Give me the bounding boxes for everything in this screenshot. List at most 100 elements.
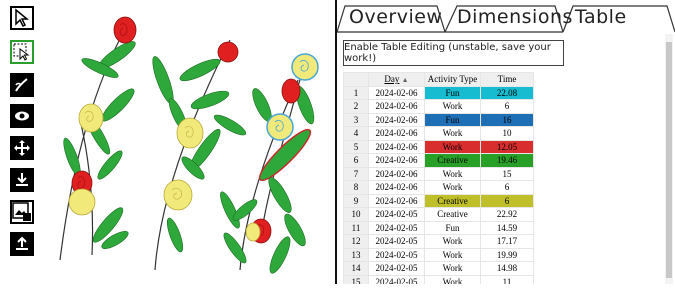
day-cell[interactable]: 2024-02-06 [368, 99, 425, 114]
activity-type-cell[interactable]: Work [424, 247, 481, 262]
activity-type-cell[interactable]: Work [424, 139, 481, 154]
activity-type-cell[interactable]: Work [424, 234, 481, 249]
activity-type-cell[interactable]: Work [424, 166, 481, 181]
table-scrollbar[interactable] [665, 34, 673, 284]
table-row[interactable]: 14 2024-02-05 Work 14.98 [343, 261, 534, 276]
day-cell[interactable]: 2024-02-05 [368, 247, 425, 262]
drawing-canvas[interactable] [48, 0, 335, 284]
day-cell[interactable]: 2024-02-06 [368, 153, 425, 168]
upload-tool-button[interactable] [10, 232, 34, 256]
row-index-cell: 13 [343, 247, 369, 262]
table-row[interactable]: 3 2024-02-06 Fun 16 [343, 112, 534, 127]
time-cell[interactable]: 10 [480, 126, 534, 141]
row-index-cell: 11 [343, 220, 369, 235]
day-cell[interactable]: 2024-02-06 [368, 112, 425, 127]
time-cell[interactable]: 12.05 [480, 139, 534, 154]
time-cell[interactable]: 14.59 [480, 220, 534, 235]
column-header-activity-type[interactable]: Activity Type [424, 72, 481, 87]
table-row[interactable]: 13 2024-02-05 Work 19.99 [343, 247, 534, 262]
data-panel: Overview Dimensions Table Enable Table E… [337, 0, 675, 284]
day-cell[interactable]: 2024-02-05 [368, 220, 425, 235]
day-cell[interactable]: 2024-02-06 [368, 139, 425, 154]
view-tool-button[interactable] [10, 104, 34, 128]
time-cell[interactable]: 6 [480, 193, 534, 208]
activity-type-cell[interactable]: Work [424, 99, 481, 114]
table-row[interactable]: 10 2024-02-05 Creative 22.92 [343, 207, 534, 222]
activity-type-cell[interactable]: Work [424, 274, 481, 284]
table-row[interactable]: 12 2024-02-05 Work 17.17 [343, 234, 534, 249]
sort-asc-icon[interactable]: ▲ [402, 76, 409, 84]
table-row[interactable]: 5 2024-02-06 Work 12.05 [343, 139, 534, 154]
time-cell[interactable]: 14.98 [480, 261, 534, 276]
row-index-cell: 10 [343, 207, 369, 222]
day-cell[interactable]: 2024-02-05 [368, 234, 425, 249]
download-icon [12, 170, 32, 190]
activity-type-cell[interactable]: Creative [424, 193, 481, 208]
image-icon [12, 202, 31, 221]
select-tool-button[interactable] [10, 6, 34, 30]
time-cell[interactable]: 16 [480, 112, 534, 127]
row-index-cell: 7 [343, 166, 369, 181]
tab-overview[interactable]: Overview [349, 6, 442, 28]
time-cell[interactable]: 19.46 [480, 153, 534, 168]
table-row[interactable]: 1 2024-02-06 Fun 22.08 [343, 85, 534, 100]
table-row[interactable]: 7 2024-02-06 Work 15 [343, 166, 534, 181]
download-tool-button[interactable] [10, 168, 34, 192]
column-header-time[interactable]: Time [480, 72, 534, 87]
tab-dimensions[interactable]: Dimensions [457, 6, 573, 28]
time-cell[interactable]: 22.08 [480, 85, 534, 100]
time-cell[interactable]: 6 [480, 99, 534, 114]
row-index-cell: 12 [343, 234, 369, 249]
enable-table-editing-button[interactable]: Enable Table Editing (unstable, save you… [343, 40, 564, 66]
activity-type-cell[interactable]: Fun [424, 112, 481, 127]
day-cell[interactable]: 2024-02-06 [368, 85, 425, 100]
day-cell[interactable]: 2024-02-06 [368, 166, 425, 181]
table-row[interactable]: 8 2024-02-06 Work 6 [343, 180, 534, 195]
tab-bar: Overview Dimensions Table [337, 0, 675, 34]
table-row[interactable]: 6 2024-02-06 Creative 19.46 [343, 153, 534, 168]
time-cell[interactable]: 17.17 [480, 234, 534, 249]
draw-tool-button[interactable] [10, 73, 34, 97]
table-row[interactable]: 11 2024-02-05 Fun 14.59 [343, 220, 534, 235]
day-cell[interactable]: 2024-02-05 [368, 261, 425, 276]
row-index-cell: 14 [343, 261, 369, 276]
table-row[interactable]: 15 2024-02-05 Work 11 [343, 274, 534, 284]
table-row[interactable]: 4 2024-02-06 Work 10 [343, 126, 534, 141]
move-tool-button[interactable] [10, 136, 34, 160]
time-cell[interactable]: 11 [480, 274, 534, 284]
time-cell[interactable]: 15 [480, 166, 534, 181]
activity-type-cell[interactable]: Creative [424, 153, 481, 168]
day-cell[interactable]: 2024-02-05 [368, 207, 425, 222]
image-tool-button[interactable] [10, 200, 34, 224]
tab-table[interactable]: Table [575, 6, 627, 28]
data-table: Day ▲ Activity Type Time 1 2024-02-06 Fun 2… [343, 72, 534, 284]
upload-icon [12, 234, 32, 254]
activity-type-cell[interactable]: Fun [424, 220, 481, 235]
day-header-label: Day [384, 74, 400, 85]
row-index-cell: 5 [343, 139, 369, 154]
time-cell[interactable]: 6 [480, 180, 534, 195]
day-cell[interactable]: 2024-02-06 [368, 193, 425, 208]
activity-type-cell[interactable]: Work [424, 180, 481, 195]
activity-type-cell[interactable]: Fun [424, 85, 481, 100]
day-cell[interactable]: 2024-02-06 [368, 126, 425, 141]
brush-icon [12, 75, 32, 95]
time-cell[interactable]: 19.99 [480, 247, 534, 262]
lasso-select-tool-button[interactable] [10, 40, 34, 64]
day-cell[interactable]: 2024-02-06 [368, 180, 425, 195]
table-row[interactable]: 9 2024-02-06 Creative 6 [343, 193, 534, 208]
data-table-container[interactable]: Day ▲ Activity Type Time 1 2024-02-06 Fun 2… [343, 72, 663, 284]
row-index-cell: 3 [343, 112, 369, 127]
row-index-cell: 8 [343, 180, 369, 195]
activity-type-cell[interactable]: Work [424, 126, 481, 141]
table-scrollbar-thumb[interactable] [666, 42, 672, 278]
day-cell[interactable]: 2024-02-05 [368, 274, 425, 284]
table-row[interactable]: 2 2024-02-06 Work 6 [343, 99, 534, 114]
eye-icon [12, 106, 32, 126]
activity-type-cell[interactable]: Work [424, 261, 481, 276]
column-header-day[interactable]: Day ▲ [368, 72, 425, 87]
time-cell[interactable]: 22.92 [480, 207, 534, 222]
row-index-cell: 6 [343, 153, 369, 168]
activity-type-cell[interactable]: Creative [424, 207, 481, 222]
row-index-cell: 1 [343, 85, 369, 100]
